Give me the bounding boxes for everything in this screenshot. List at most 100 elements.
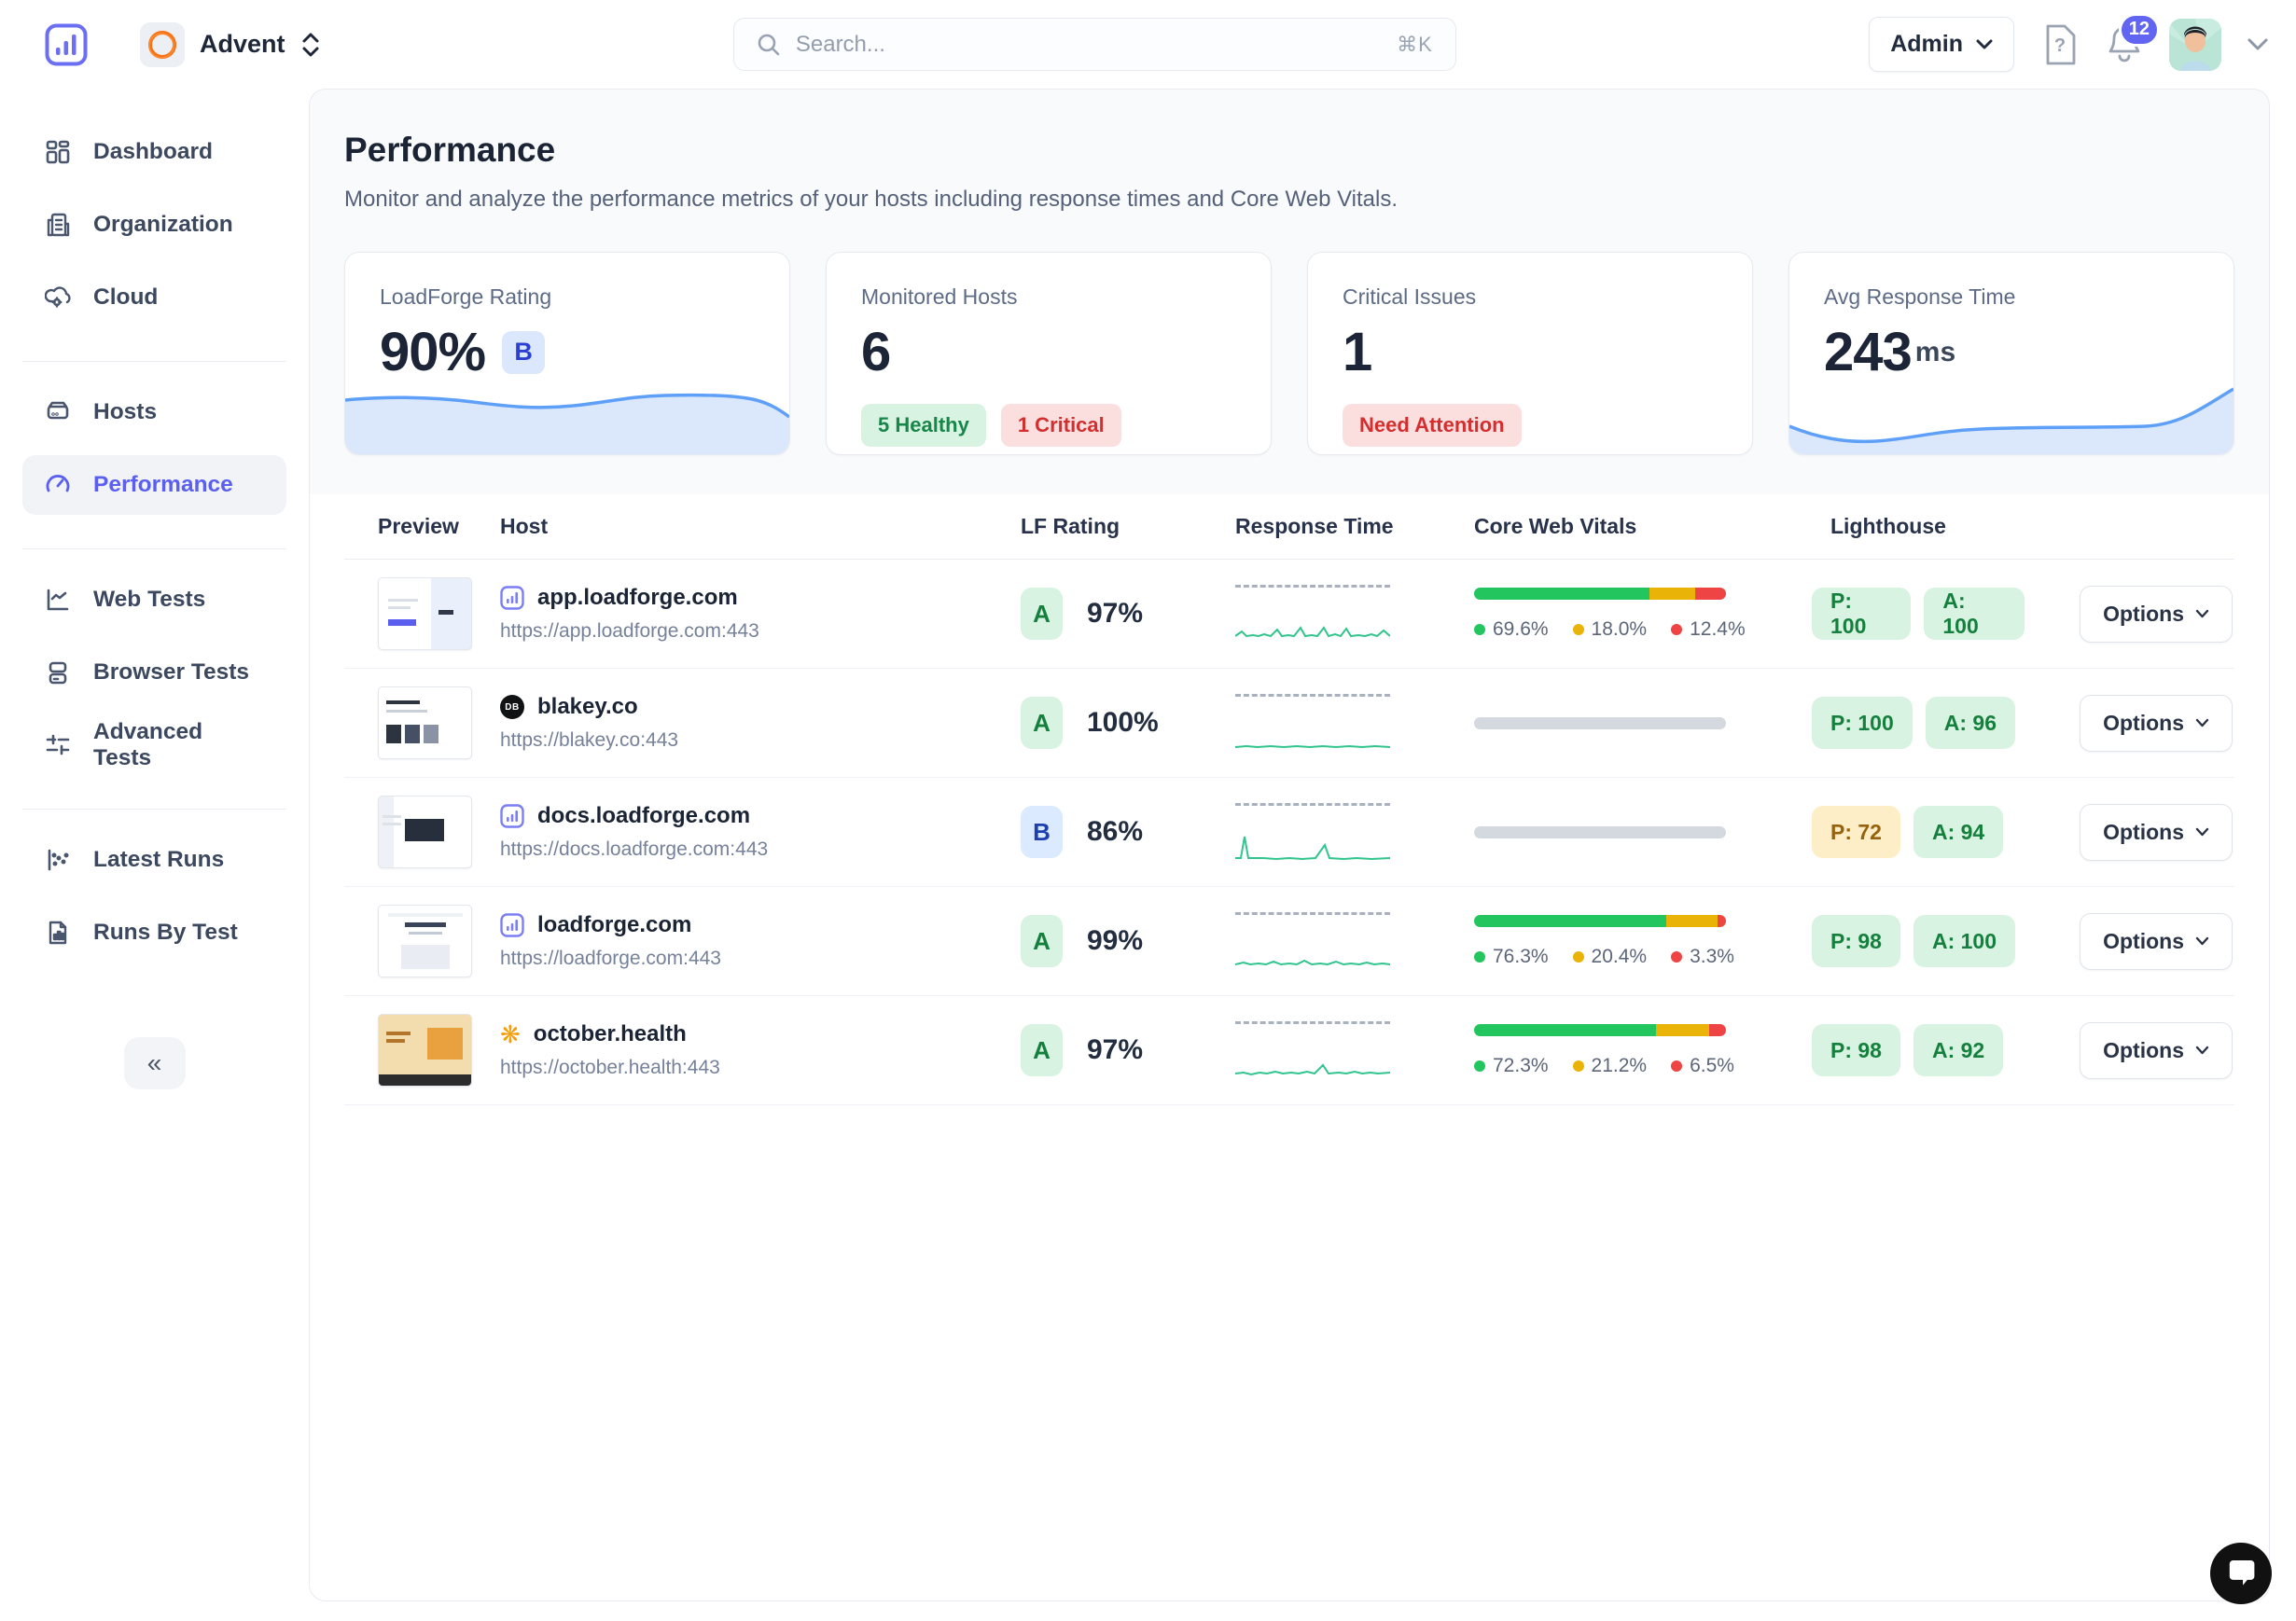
sidebar-item-browser-tests[interactable]: Browser Tests — [22, 643, 286, 702]
core-web-vitals — [1474, 716, 1726, 729]
vitals-poor-pct: 12.4% — [1690, 617, 1746, 640]
sliders-icon — [45, 732, 71, 758]
options-button[interactable]: Options — [2080, 1021, 2233, 1079]
lf-grade-badge: B — [1021, 806, 1063, 858]
flower-icon: ❋ — [500, 1020, 521, 1048]
lighthouse-accessibility-badge: A: 94 — [1913, 806, 2004, 858]
sidebar-item-organization[interactable]: Organization — [22, 195, 286, 255]
loadforge-chart-icon — [500, 586, 524, 610]
stat-value: 90% — [380, 322, 486, 382]
col-preview: Preview — [378, 514, 459, 538]
warn-dot-icon — [1572, 1060, 1584, 1072]
notification-count-badge: 12 — [2118, 12, 2160, 47]
stat-label: LoadForge Rating — [380, 284, 552, 309]
loadforge-logo-icon[interactable] — [45, 23, 88, 66]
stat-value: 1 — [1343, 322, 1372, 382]
table-header-row: Preview Host LF Rating Response Time Cor… — [344, 494, 2234, 560]
options-button[interactable]: Options — [2080, 694, 2233, 752]
user-avatar[interactable] — [2169, 18, 2221, 71]
healthy-badge: 5 Healthy — [861, 404, 986, 447]
response-time-sparkline — [1235, 911, 1390, 971]
stat-label: Monitored Hosts — [861, 284, 1018, 309]
options-button[interactable]: Options — [2080, 585, 2233, 643]
vitals-mid-pct: 20.4% — [1591, 945, 1648, 967]
host-name: october.health — [533, 1021, 687, 1046]
sidebar-item-hosts[interactable]: Hosts — [22, 382, 286, 442]
response-time-sparkline — [1235, 584, 1390, 644]
search-shortcut: ⌘K — [1397, 32, 1433, 56]
loadforge-chart-icon — [500, 804, 524, 828]
table-row[interactable]: DB blakey.co https://blakey.co:443 A 100… — [344, 669, 2234, 778]
cloud-gear-icon — [45, 284, 71, 311]
host-name: app.loadforge.com — [537, 585, 738, 610]
host-url: https://october.health:443 — [500, 1057, 720, 1078]
sidebar-item-latest-runs[interactable]: Latest Runs — [22, 830, 286, 890]
lighthouse-performance-badge: P: 100 — [1812, 697, 1913, 749]
search-input[interactable] — [795, 31, 1383, 58]
sidebar-item-label: Hosts — [93, 399, 158, 424]
sidebar-item-advanced-tests[interactable]: Advanced Tests — [22, 715, 286, 775]
poor-dot-icon — [1671, 623, 1683, 635]
stat-card-avg-response: Avg Response Time 243 ms — [1788, 252, 2234, 455]
sidebar-item-performance[interactable]: Performance — [22, 455, 286, 515]
search-icon — [757, 33, 781, 57]
db-circle-icon: DB — [500, 695, 524, 719]
core-web-vitals: 72.3% 21.2% 6.5% — [1474, 1023, 1734, 1077]
lighthouse-accessibility-badge: A: 100 — [1924, 588, 2025, 640]
options-button[interactable]: Options — [2080, 803, 2233, 861]
col-lf-rating: LF Rating — [1021, 514, 1120, 538]
rating-sparkline — [345, 393, 789, 454]
sidebar-item-label: Latest Runs — [93, 847, 225, 872]
lf-grade-badge: A — [1021, 588, 1063, 640]
col-core-web-vitals: Core Web Vitals — [1474, 514, 1637, 538]
sidebar-divider — [22, 548, 286, 549]
lighthouse-performance-badge: P: 98 — [1812, 1024, 1900, 1076]
table-row[interactable]: app.loadforge.com https://app.loadforge.… — [344, 560, 2234, 669]
good-dot-icon — [1474, 1060, 1485, 1072]
table-row[interactable]: ❋ october.health https://october.health:… — [344, 996, 2234, 1105]
col-host: Host — [500, 514, 549, 538]
options-button[interactable]: Options — [2080, 912, 2233, 970]
sidebar-collapse-button[interactable]: « — [123, 1037, 186, 1089]
sidebar-item-runs-by-test[interactable]: Runs By Test — [22, 903, 286, 963]
sidebar-item-label: Dashboard — [93, 139, 213, 164]
org-switcher[interactable]: Advent — [140, 21, 321, 67]
main-panel: Performance Monitor and analyze the perf… — [309, 89, 2270, 1601]
notifications-button[interactable]: 12 — [2106, 12, 2160, 65]
role-selector-button[interactable]: Admin — [1869, 17, 2014, 72]
sidebar-item-web-tests[interactable]: Web Tests — [22, 570, 286, 630]
threshold-dash-line — [1235, 802, 1390, 806]
critical-badge: 1 Critical — [1000, 404, 1121, 447]
dashboard-icon — [45, 139, 71, 165]
stat-card-monitored-hosts: Monitored Hosts 6 5 Healthy 1 Critical — [826, 252, 1272, 455]
vitals-mid-pct: 18.0% — [1591, 617, 1648, 640]
user-menu-chevron-icon[interactable] — [2247, 38, 2268, 51]
vitals-poor-pct: 3.3% — [1690, 945, 1734, 967]
report-doc-icon — [45, 920, 71, 946]
response-time-sparkline — [1235, 1020, 1390, 1080]
sidebar-item-cloud[interactable]: Cloud — [22, 268, 286, 327]
vitals-good-pct: 69.6% — [1493, 617, 1549, 640]
vitals-poor-pct: 6.5% — [1690, 1054, 1734, 1076]
sidebar-item-dashboard[interactable]: Dashboard — [22, 122, 286, 182]
lf-grade-badge: A — [1021, 697, 1063, 749]
stat-card-critical-issues: Critical Issues 1 Need Attention — [1307, 252, 1753, 455]
lighthouse-accessibility-badge: A: 96 — [1925, 697, 2016, 749]
sidebar-item-label: Advanced Tests — [93, 719, 203, 770]
good-dot-icon — [1474, 623, 1485, 635]
core-web-vitals: 76.3% 20.4% 3.3% — [1474, 914, 1734, 968]
site-preview-thumbnail — [378, 1014, 472, 1087]
role-label: Admin — [1890, 31, 1963, 57]
stat-label: Avg Response Time — [1824, 284, 2016, 309]
table-row[interactable]: loadforge.com https://loadforge.com:443 … — [344, 887, 2234, 996]
page-title: Performance — [344, 131, 556, 169]
response-time-sparkline — [1235, 802, 1390, 862]
warn-dot-icon — [1572, 950, 1584, 963]
help-button[interactable]: ? — [2040, 23, 2080, 66]
stat-value: 243 — [1824, 322, 1913, 382]
lf-rating-value: 97% — [1087, 598, 1144, 629]
host-url: https://app.loadforge.com:443 — [500, 620, 759, 642]
organization-icon — [45, 212, 71, 238]
chat-widget-button[interactable] — [2210, 1543, 2272, 1604]
table-row[interactable]: docs.loadforge.com https://docs.loadforg… — [344, 778, 2234, 887]
